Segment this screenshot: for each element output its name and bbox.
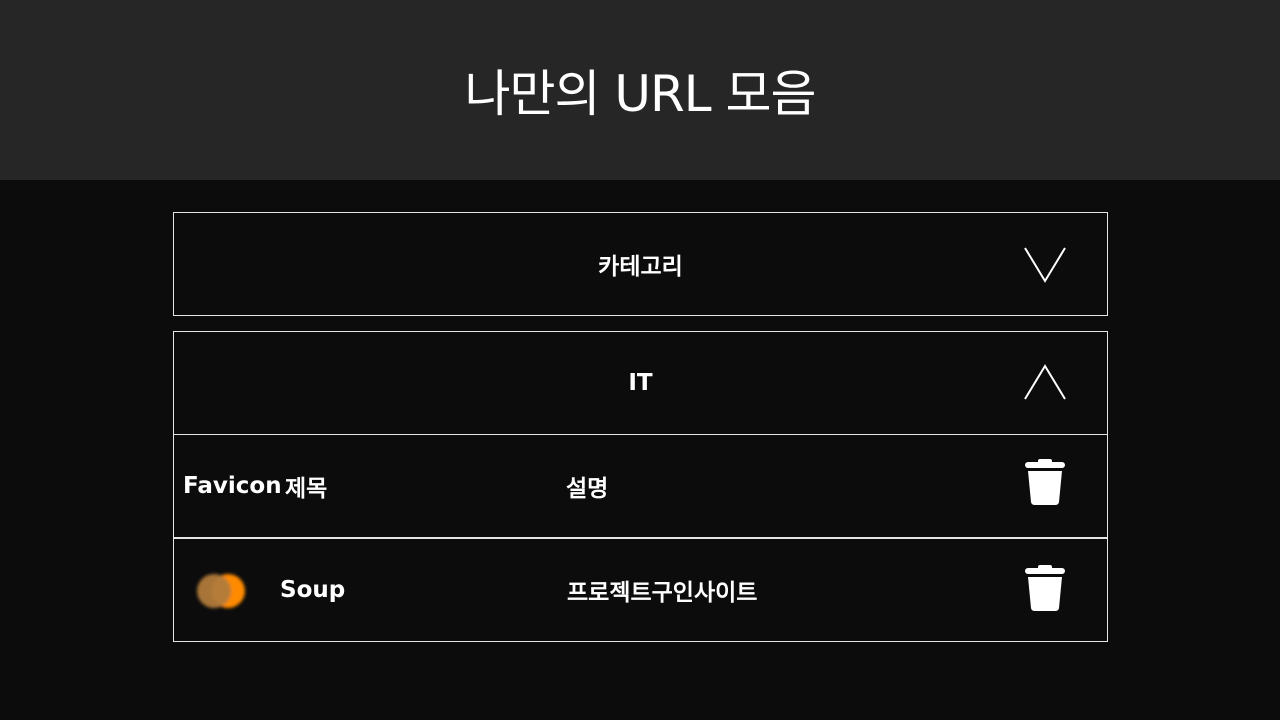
column-header-favicon: Favicon [183,473,282,499]
category-row[interactable]: 카테고리 [174,213,1107,315]
column-header-title: 제목 [285,476,328,502]
item-title[interactable]: Soup [280,539,345,640]
soup-favicon-icon [194,571,248,611]
page-header: 나만의 URL 모음 [0,0,1280,180]
category-group-it: IT Favicon 제목 설명 Soup 프로젝트구인사이트 [173,331,1108,642]
group-header-row[interactable]: IT [174,332,1107,434]
category-label: 카테고리 [598,254,683,280]
group-name: IT [628,370,653,396]
table-header-row: Favicon 제목 설명 [174,434,1107,537]
table-row[interactable]: Soup 프로젝트구인사이트 [174,537,1107,640]
trash-icon[interactable] [1023,565,1067,613]
page-title: 나만의 URL 모음 [464,65,817,123]
column-header-description: 설명 [566,476,609,502]
chevron-down-icon[interactable] [1023,245,1067,283]
chevron-up-icon[interactable] [1023,364,1067,402]
trash-icon[interactable] [1023,459,1067,507]
item-description: 프로젝트구인사이트 [567,579,758,606]
category-selector[interactable]: 카테고리 [173,212,1108,316]
